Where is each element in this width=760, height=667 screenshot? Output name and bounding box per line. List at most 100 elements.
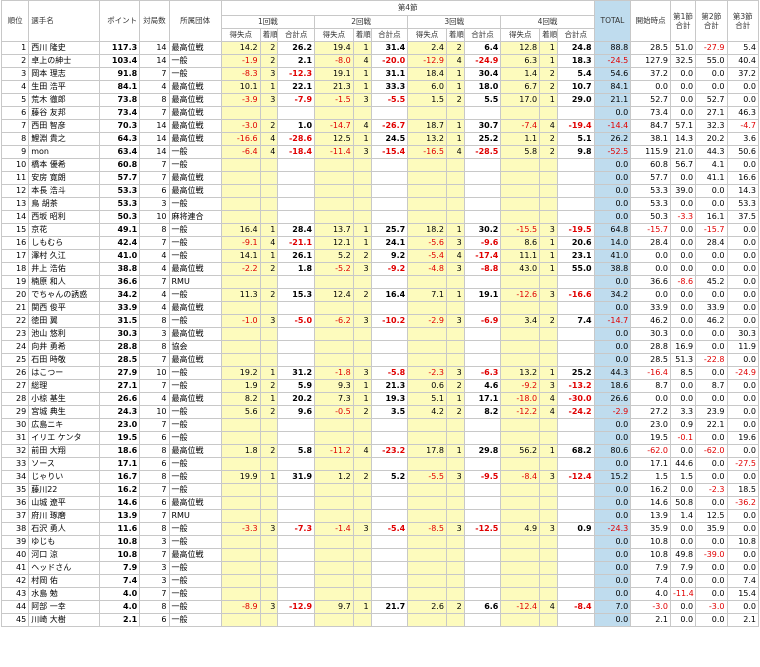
game-score bbox=[220, 340, 261, 354]
sec2-cell: -22.8 bbox=[695, 353, 728, 367]
game-total: -12.4 bbox=[556, 470, 595, 484]
games-cell: 6 bbox=[139, 184, 170, 198]
game-place: 2 bbox=[539, 80, 558, 94]
org-cell: 最高位戦 bbox=[168, 119, 222, 133]
games-cell: 4 bbox=[139, 392, 170, 406]
sec3-cell: 0.0 bbox=[726, 223, 760, 237]
total-cell: 0.0 bbox=[593, 301, 632, 315]
rank-cell: 25 bbox=[0, 353, 30, 367]
game-total: 21.7 bbox=[370, 600, 409, 614]
total-cell: 14.0 bbox=[593, 236, 632, 250]
game-score bbox=[407, 418, 447, 432]
game-total: -30.0 bbox=[556, 392, 595, 406]
game-total bbox=[463, 509, 502, 523]
start-cell: 0.0 bbox=[630, 249, 671, 263]
game-place: 1 bbox=[259, 249, 279, 263]
points-cell: 14.6 bbox=[99, 496, 141, 510]
sec1-cell: 0.0 bbox=[669, 262, 697, 276]
start-cell: 38.1 bbox=[630, 132, 671, 146]
total-cell: 44.3 bbox=[593, 366, 632, 380]
game-place bbox=[259, 327, 279, 341]
rank-cell: 11 bbox=[0, 171, 30, 185]
sec3-cell: 0.0 bbox=[726, 548, 760, 562]
game-total bbox=[463, 340, 502, 354]
sec1-cell: 7.9 bbox=[669, 561, 697, 575]
sec3-cell: 37.5 bbox=[726, 210, 760, 224]
game-score bbox=[220, 301, 261, 315]
player-name: 前田 大翔 bbox=[28, 444, 101, 458]
game-place: 4 bbox=[445, 145, 465, 159]
game-score bbox=[407, 301, 447, 315]
start-cell: 33.9 bbox=[630, 301, 671, 315]
game-total bbox=[277, 275, 316, 289]
player-name: でちゃんの誘惑 bbox=[28, 288, 101, 302]
rank-cell: 38 bbox=[0, 522, 30, 536]
start-cell: 10.8 bbox=[630, 548, 671, 562]
game-total: -6.9 bbox=[463, 314, 502, 328]
game-place: 3 bbox=[445, 366, 465, 380]
games-cell: 7 bbox=[139, 418, 170, 432]
start-cell: 23.0 bbox=[630, 418, 671, 432]
total-cell: 88.8 bbox=[593, 41, 632, 55]
game-place: 4 bbox=[539, 600, 558, 614]
start-cell: 35.9 bbox=[630, 522, 671, 536]
sec3-cell: 0.0 bbox=[726, 379, 760, 393]
game-score: 8.6 bbox=[500, 236, 541, 250]
game-total bbox=[370, 535, 409, 549]
game-score bbox=[407, 158, 447, 172]
game-total bbox=[463, 574, 502, 588]
game-place: 1 bbox=[539, 262, 558, 276]
rank-cell: 24 bbox=[0, 340, 30, 354]
game-score bbox=[314, 340, 354, 354]
game-total: 5.8 bbox=[277, 444, 316, 458]
games-cell: 6 bbox=[139, 613, 170, 627]
game-total: 31.1 bbox=[370, 67, 409, 81]
games-cell: 14 bbox=[139, 54, 170, 68]
games-cell: 3 bbox=[139, 574, 170, 588]
sec3-cell: 0.0 bbox=[726, 418, 760, 432]
header-sub-place: 着順 bbox=[445, 28, 465, 42]
game-score bbox=[407, 509, 447, 523]
sec2-cell: 0.0 bbox=[695, 392, 728, 406]
start-cell: 36.6 bbox=[630, 275, 671, 289]
rank-cell: 13 bbox=[0, 197, 30, 211]
game-total: 18.0 bbox=[463, 80, 502, 94]
game-total: -13.2 bbox=[556, 379, 595, 393]
game-total: 5.1 bbox=[556, 132, 595, 146]
games-cell: 14 bbox=[139, 132, 170, 146]
game-score bbox=[314, 171, 354, 185]
game-place: 1 bbox=[445, 288, 465, 302]
sec1-cell: 0.0 bbox=[669, 80, 697, 94]
game-score bbox=[407, 574, 447, 588]
start-cell: 13.9 bbox=[630, 509, 671, 523]
table-row: 8 鯉淵 貴之 64.3 14 最高位戦 -16.6 4 -28.6 12.5 1 24.5 13.2… bbox=[0, 132, 760, 146]
games-cell: 7 bbox=[139, 158, 170, 172]
game-place bbox=[259, 197, 279, 211]
game-score bbox=[220, 171, 261, 185]
game-total bbox=[556, 587, 595, 601]
player-name: 小椋 基生 bbox=[28, 392, 101, 406]
sec3-cell: 30.3 bbox=[726, 327, 760, 341]
sec3-cell: 0.0 bbox=[726, 522, 760, 536]
games-cell: 8 bbox=[139, 444, 170, 458]
game-place bbox=[539, 457, 558, 471]
games-cell: 4 bbox=[139, 262, 170, 276]
player-name: 府川 琢磨 bbox=[28, 509, 101, 523]
game-score bbox=[407, 548, 447, 562]
game-total: 33.3 bbox=[370, 80, 409, 94]
game-score: -11.2 bbox=[314, 444, 354, 458]
player-name: 向井 勇希 bbox=[28, 340, 101, 354]
game-place: 2 bbox=[352, 405, 372, 419]
game-place: 1 bbox=[352, 223, 372, 237]
game-place bbox=[259, 158, 279, 172]
org-cell: 一般 bbox=[168, 574, 222, 588]
org-cell: 一般 bbox=[168, 236, 222, 250]
table-row: 36 山城 遼平 14.6 6 最高位戦 0.0 14.6 50.8 0.0 -36.2 bbox=[0, 496, 760, 510]
player-name: ヘッドさん bbox=[28, 561, 101, 575]
player-name: 鳥 胡茶 bbox=[28, 197, 101, 211]
game-place bbox=[539, 548, 558, 562]
game-total bbox=[370, 483, 409, 497]
rank-cell: 9 bbox=[0, 145, 30, 159]
table-row: 16 しもむら 42.4 7 一般 -9.1 4 -21.1 12.1 1 24.1 -5.6 3 -9.… bbox=[0, 236, 760, 250]
game-total bbox=[370, 587, 409, 601]
